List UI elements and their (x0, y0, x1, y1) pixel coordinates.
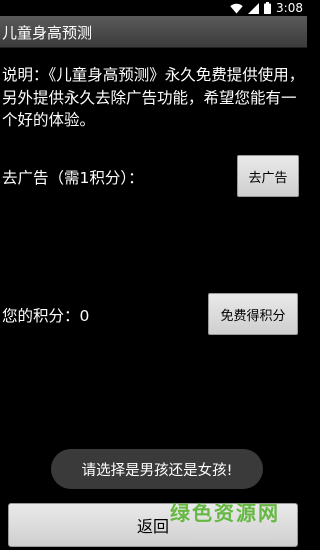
app-title: 儿童身高预测 (2, 24, 93, 42)
status-bar: 3:08 (0, 0, 307, 16)
remove-ads-label: 去广告（需1积分）： (2, 169, 144, 187)
remove-ads-button[interactable]: 去广告 (237, 155, 299, 197)
points-label: 您的积分：0 (2, 307, 90, 325)
status-icons: 3:08 (230, 1, 303, 15)
back-button[interactable]: 返回 (8, 503, 298, 547)
battery-icon (264, 2, 272, 14)
free-points-button[interactable]: 免费得积分 (208, 293, 298, 335)
toast-message: 请选择是男孩还是女孩! (51, 449, 263, 489)
description-text: 说明：《儿童身高预测》永久免费提供使用，另外提供永久去除广告功能，希望您能有一个… (2, 66, 305, 129)
wifi-icon (230, 3, 243, 13)
status-time: 3:08 (276, 1, 303, 15)
title-bar: 儿童身高预测 (0, 16, 307, 48)
signal-icon (248, 2, 260, 14)
